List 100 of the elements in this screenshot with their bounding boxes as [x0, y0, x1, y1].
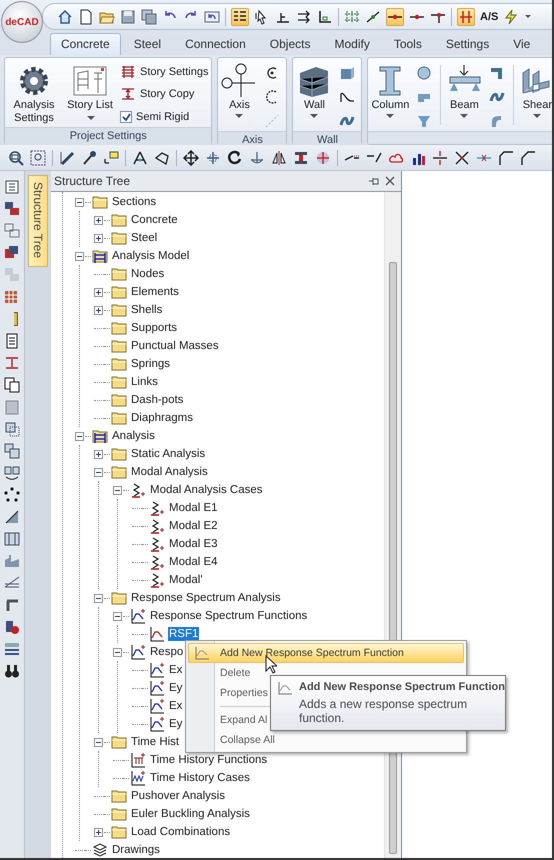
- story-copy-icon[interactable]: [4, 355, 20, 371]
- funnel-column-icon[interactable]: [416, 113, 432, 129]
- tree-item[interactable]: Time Hist: [130, 735, 180, 749]
- tree-item[interactable]: Springs: [130, 357, 171, 371]
- menu-item[interactable]: Collapse All: [188, 730, 464, 750]
- binoculars-icon[interactable]: [4, 663, 20, 679]
- tree-item[interactable]: Modal E4: [168, 555, 219, 569]
- expand-toggle[interactable]: [94, 306, 103, 314]
- lightning-icon[interactable]: [503, 8, 520, 24]
- home-icon[interactable]: [57, 8, 73, 24]
- expand-toggle[interactable]: [94, 288, 103, 296]
- text-style-icon[interactable]: [4, 641, 20, 657]
- zoom-window-icon[interactable]: [30, 150, 46, 166]
- tree-item[interactable]: Response Spectrum Functions: [149, 609, 308, 623]
- tree-item[interactable]: Ey: [168, 681, 184, 695]
- corner-line-icon[interactable]: [498, 150, 514, 166]
- collapse-toggle[interactable]: [113, 486, 122, 494]
- column-section-icon[interactable]: [293, 150, 309, 166]
- ribbon-button[interactable]: Story List: [63, 61, 117, 127]
- box-wall-icon[interactable]: [339, 65, 356, 81]
- tree-item[interactable]: Concrete: [130, 213, 179, 227]
- tree-item[interactable]: Ey: [168, 717, 184, 731]
- l-bracket-icon[interactable]: [4, 597, 20, 613]
- tree-item[interactable]: Modal Analysis Cases: [149, 483, 264, 497]
- shapes-icon[interactable]: [4, 619, 20, 635]
- rotate-icon[interactable]: [227, 150, 243, 166]
- collapse-toggle[interactable]: [75, 432, 84, 440]
- tree-item[interactable]: Punctual Masses: [130, 339, 220, 353]
- triangle-icon[interactable]: [132, 150, 148, 166]
- ribbon-tab[interactable]: Objects: [258, 33, 322, 55]
- tree-item[interactable]: Nodes: [130, 267, 166, 281]
- tree-item[interactable]: Steel: [130, 231, 158, 245]
- snap-icon[interactable]: [365, 8, 381, 24]
- tree-item[interactable]: Pushover Analysis: [130, 789, 226, 803]
- stacked-squares-icon[interactable]: [4, 201, 20, 217]
- ribbon-tab[interactable]: Modify: [323, 33, 381, 55]
- tree-item[interactable]: Respo: [149, 645, 184, 659]
- analysis-settings-shortcut[interactable]: A/S: [480, 10, 498, 22]
- lasso-icon[interactable]: [154, 150, 170, 166]
- expand-toggle[interactable]: [94, 828, 103, 836]
- new-file-icon[interactable]: [78, 8, 94, 24]
- arrows-icon[interactable]: [296, 8, 312, 24]
- ribbon-tab[interactable]: Concrete: [50, 33, 121, 55]
- stacked-squares-icon[interactable]: [4, 245, 20, 261]
- dotted-cross-icon[interactable]: [315, 150, 331, 166]
- side-tab[interactable]: Structure Tree: [28, 175, 48, 267]
- tree-item[interactable]: Diaphragms: [130, 411, 194, 425]
- collapse-toggle[interactable]: [94, 738, 103, 746]
- tree-item[interactable]: Analysis Model: [111, 249, 190, 263]
- stacked-squares-icon[interactable]: [4, 443, 20, 459]
- list-icon[interactable]: [231, 8, 249, 26]
- checkbox[interactable]: [120, 111, 132, 123]
- circle-column-icon[interactable]: [416, 65, 432, 81]
- pin-icon[interactable]: [368, 176, 379, 186]
- document-icon[interactable]: [4, 333, 20, 349]
- stacked-squares-icon[interactable]: [4, 223, 20, 239]
- ribbon-button[interactable]: Shear: [518, 61, 552, 121]
- tree-item[interactable]: RSF1: [168, 627, 200, 641]
- ribbon-button[interactable]: Wall: [295, 61, 334, 121]
- save-all-icon[interactable]: [141, 8, 157, 24]
- ribbon-button[interactable]: Analysis Settings: [7, 61, 61, 127]
- collapse-toggle[interactable]: [94, 594, 103, 602]
- ribbon-small-button[interactable]: Story Copy: [119, 85, 210, 103]
- tree-item[interactable]: Ex: [168, 699, 184, 713]
- tag-icon[interactable]: [103, 150, 119, 166]
- ribbon-tab[interactable]: Settings: [434, 33, 500, 55]
- ribbon-tab[interactable]: Steel: [122, 33, 172, 55]
- ribbon-tab[interactable]: Connection: [174, 33, 257, 55]
- tree-item[interactable]: Modal E3: [168, 537, 219, 551]
- tree-item[interactable]: Time History Functions: [149, 753, 268, 767]
- expand-toggle[interactable]: [94, 216, 103, 224]
- move-icon[interactable]: [183, 150, 199, 166]
- ribbon-button[interactable]: Beam: [445, 61, 484, 121]
- zoom-icon[interactable]: [8, 150, 24, 166]
- dashed-square-icon[interactable]: [4, 421, 20, 437]
- tree-item[interactable]: Response Spectrum Analysis: [130, 591, 282, 605]
- tree-item[interactable]: Links: [130, 375, 159, 389]
- cross-icon[interactable]: [432, 150, 448, 166]
- collapse-toggle[interactable]: [94, 468, 103, 476]
- list-icon[interactable]: [4, 179, 20, 195]
- tree-item[interactable]: Sections: [111, 195, 158, 209]
- array-move-icon[interactable]: [205, 150, 221, 166]
- clipboard-icon[interactable]: [4, 399, 20, 415]
- collapse-toggle[interactable]: [75, 198, 84, 206]
- tree-item[interactable]: Load Combinations: [130, 825, 232, 839]
- ribbon-small-button[interactable]: Story Settings: [119, 63, 210, 81]
- tree-item[interactable]: Time History Cases: [149, 771, 251, 785]
- save-icon[interactable]: [120, 8, 136, 24]
- expand-toggle[interactable]: [94, 234, 103, 242]
- corner-icon[interactable]: [317, 8, 333, 24]
- tree-item[interactable]: Euler Buckling Analysis: [130, 807, 251, 821]
- tree-item[interactable]: Elements: [130, 285, 180, 299]
- tree-item[interactable]: Modal E1: [168, 501, 219, 515]
- anchor-icon[interactable]: [249, 150, 265, 166]
- tree-item[interactable]: Modal Analysis: [130, 465, 209, 479]
- ribbon-button[interactable]: Axis: [220, 61, 258, 121]
- pipette-icon[interactable]: [81, 150, 97, 166]
- corner-line-icon[interactable]: [520, 150, 536, 166]
- panel-icon[interactable]: [4, 531, 20, 547]
- tree-item[interactable]: Static Analysis: [130, 447, 206, 461]
